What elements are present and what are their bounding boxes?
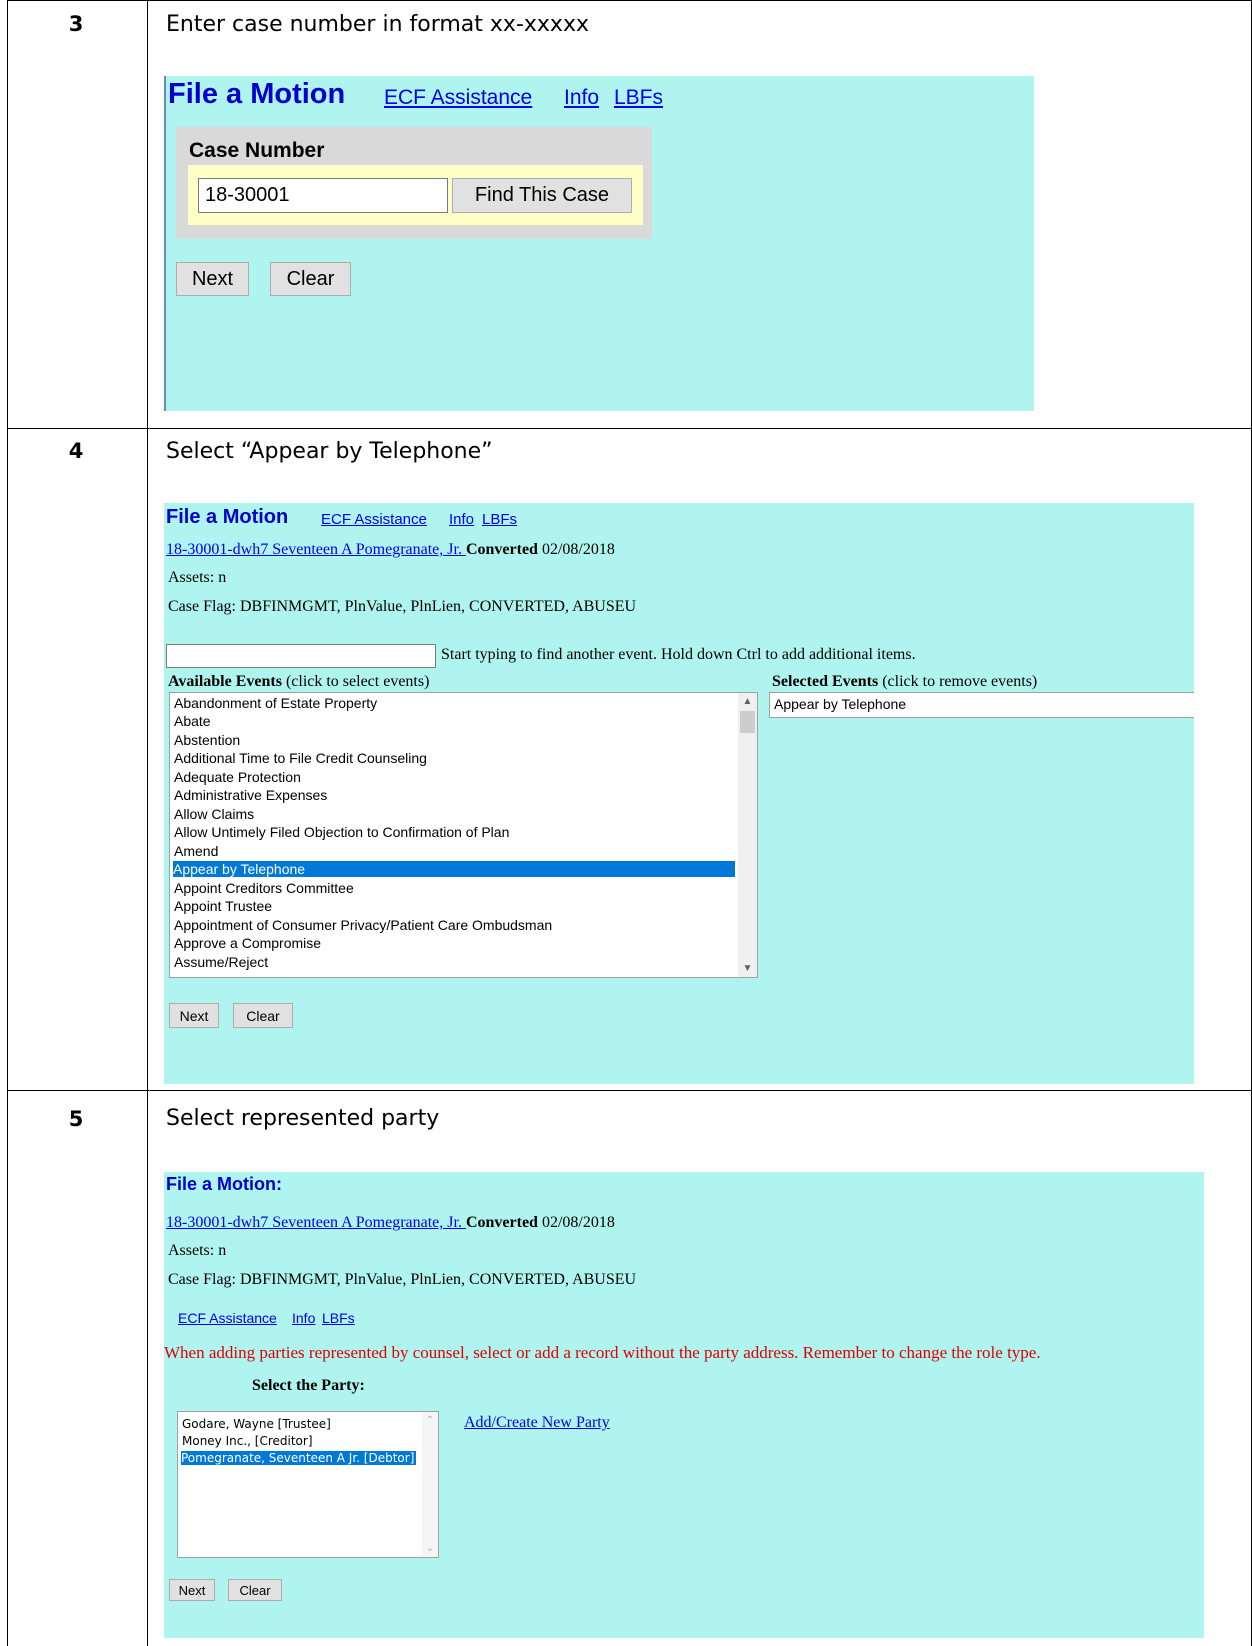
- next-button[interactable]: Next: [176, 262, 249, 296]
- select-event-panel: File a Motion ECF Assistance Info LBFs 1…: [164, 503, 1194, 1084]
- event-search-input[interactable]: [166, 644, 436, 668]
- ecf-assistance-link[interactable]: ECF Assistance: [321, 511, 427, 528]
- info-link[interactable]: Info: [449, 511, 474, 528]
- step-instruction: Select represented party: [166, 1106, 440, 1131]
- case-number-panel: File a Motion ECF Assistance Info LBFs C…: [164, 76, 1034, 411]
- lbfs-link[interactable]: LBFs: [322, 1310, 355, 1326]
- table-border-left: [7, 0, 8, 1646]
- available-events-list[interactable]: Abandonment of Estate Property Abate Abs…: [169, 692, 758, 978]
- step-instruction: Select “Appear by Telephone”: [166, 439, 493, 464]
- list-scrollbar[interactable]: ⌃ ⌄: [422, 1412, 438, 1557]
- list-item[interactable]: Additional Time to File Credit Counselin…: [174, 750, 735, 766]
- list-item-selected[interactable]: Pomegranate, Seventeen A Jr. [Debtor]: [181, 1451, 416, 1465]
- scroll-up-icon[interactable]: ▲: [738, 693, 757, 710]
- assets-text: Assets: n: [168, 569, 227, 586]
- case-status: Converted: [465, 541, 538, 558]
- case-number-input[interactable]: [198, 178, 448, 213]
- list-item[interactable]: Money Inc., [Creditor]: [182, 1434, 416, 1448]
- selected-events-label: Selected Events (click to remove events): [772, 673, 1038, 690]
- case-number-label: Case Number: [189, 139, 325, 162]
- counsel-warning: When adding parties represented by couns…: [164, 1343, 1041, 1362]
- list-item[interactable]: Allow Claims: [174, 806, 735, 822]
- step-number: 4: [68, 439, 84, 463]
- case-header: 18-30001-dwh7 Seventeen A Pomegranate, J…: [166, 541, 615, 559]
- clear-button[interactable]: Clear: [270, 262, 351, 296]
- case-flag-text: Case Flag: DBFINMGMT, PlnValue, PlnLien,…: [168, 1271, 637, 1288]
- list-item[interactable]: Adequate Protection: [174, 769, 735, 785]
- list-scrollbar[interactable]: ▲ ▼: [738, 693, 757, 977]
- next-button[interactable]: Next: [169, 1003, 219, 1028]
- case-flag-text: Case Flag: DBFINMGMT, PlnValue, PlnLien,…: [168, 598, 637, 615]
- table-row-divider-2: [7, 1090, 1252, 1091]
- case-header: 18-30001-dwh7 Seventeen A Pomegranate, J…: [166, 1214, 615, 1232]
- add-create-new-party-link[interactable]: Add/Create New Party: [464, 1414, 610, 1432]
- select-party-panel: File a Motion: 18-30001-dwh7 Seventeen A…: [164, 1172, 1204, 1638]
- list-item[interactable]: Amend: [174, 843, 735, 859]
- table-divider-column: [147, 0, 148, 1646]
- case-date: 02/08/2018: [541, 541, 615, 558]
- list-item[interactable]: Administrative Expenses: [174, 787, 735, 803]
- info-link[interactable]: Info: [564, 86, 599, 110]
- scroll-up-icon[interactable]: ⌃: [422, 1412, 438, 1429]
- page-title: File a Motion: [166, 506, 289, 528]
- step-number: 5: [68, 1107, 84, 1131]
- clear-button[interactable]: Clear: [233, 1003, 293, 1028]
- step-number: 3: [68, 12, 84, 36]
- selected-events-list[interactable]: Appear by Telephone: [769, 692, 1194, 718]
- table-row-divider-1: [7, 428, 1252, 429]
- list-item[interactable]: Appear by Telephone: [774, 696, 1172, 712]
- table-border-top: [7, 0, 1252, 1]
- list-item[interactable]: Appointment of Consumer Privacy/Patient …: [174, 917, 735, 933]
- ecf-assistance-link[interactable]: ECF Assistance: [178, 1310, 277, 1326]
- assets-text: Assets: n: [168, 1242, 227, 1259]
- step-instruction: Enter case number in format xx-xxxxx: [166, 12, 589, 37]
- list-item-selected[interactable]: Appear by Telephone: [173, 861, 735, 877]
- list-item[interactable]: Abandonment of Estate Property: [174, 695, 735, 711]
- clear-button[interactable]: Clear: [228, 1579, 282, 1601]
- info-link[interactable]: Info: [292, 1310, 315, 1326]
- scroll-down-icon[interactable]: ▼: [738, 960, 757, 977]
- next-button[interactable]: Next: [169, 1579, 215, 1601]
- list-item[interactable]: Appoint Trustee: [174, 898, 735, 914]
- select-party-label: Select the Party:: [252, 1377, 365, 1394]
- case-link[interactable]: 18-30001-dwh7 Seventeen A Pomegranate, J…: [166, 1214, 466, 1231]
- case-link[interactable]: 18-30001-dwh7 Seventeen A Pomegranate, J…: [166, 541, 466, 558]
- page-title: File a Motion: [168, 78, 346, 110]
- scroll-thumb[interactable]: [740, 711, 755, 733]
- lbfs-link[interactable]: LBFs: [482, 511, 517, 528]
- find-this-case-button[interactable]: Find This Case: [452, 178, 632, 213]
- case-number-inner: Find This Case: [188, 165, 643, 225]
- case-number-box: Case Number Find This Case: [176, 127, 652, 239]
- page-title: File a Motion:: [166, 1174, 282, 1194]
- case-date: 02/08/2018: [541, 1214, 615, 1231]
- lbfs-link[interactable]: LBFs: [614, 86, 663, 110]
- list-item[interactable]: Abate: [174, 713, 735, 729]
- list-item[interactable]: Assume/Reject: [174, 954, 735, 970]
- list-item[interactable]: Abstention: [174, 732, 735, 748]
- list-item[interactable]: Appoint Creditors Committee: [174, 880, 735, 896]
- event-search-hint: Start typing to find another event. Hold…: [441, 646, 916, 663]
- list-item[interactable]: Approve a Compromise: [174, 935, 735, 951]
- ecf-assistance-link[interactable]: ECF Assistance: [384, 86, 532, 110]
- available-events-label: Available Events (click to select events…: [168, 673, 430, 690]
- case-status: Converted: [465, 1214, 538, 1231]
- scroll-down-icon[interactable]: ⌄: [422, 1540, 438, 1557]
- party-list[interactable]: Godare, Wayne [Trustee] Money Inc., [Cre…: [177, 1411, 439, 1558]
- list-item[interactable]: Godare, Wayne [Trustee]: [182, 1417, 416, 1431]
- list-item[interactable]: Allow Untimely Filed Objection to Confir…: [174, 824, 735, 840]
